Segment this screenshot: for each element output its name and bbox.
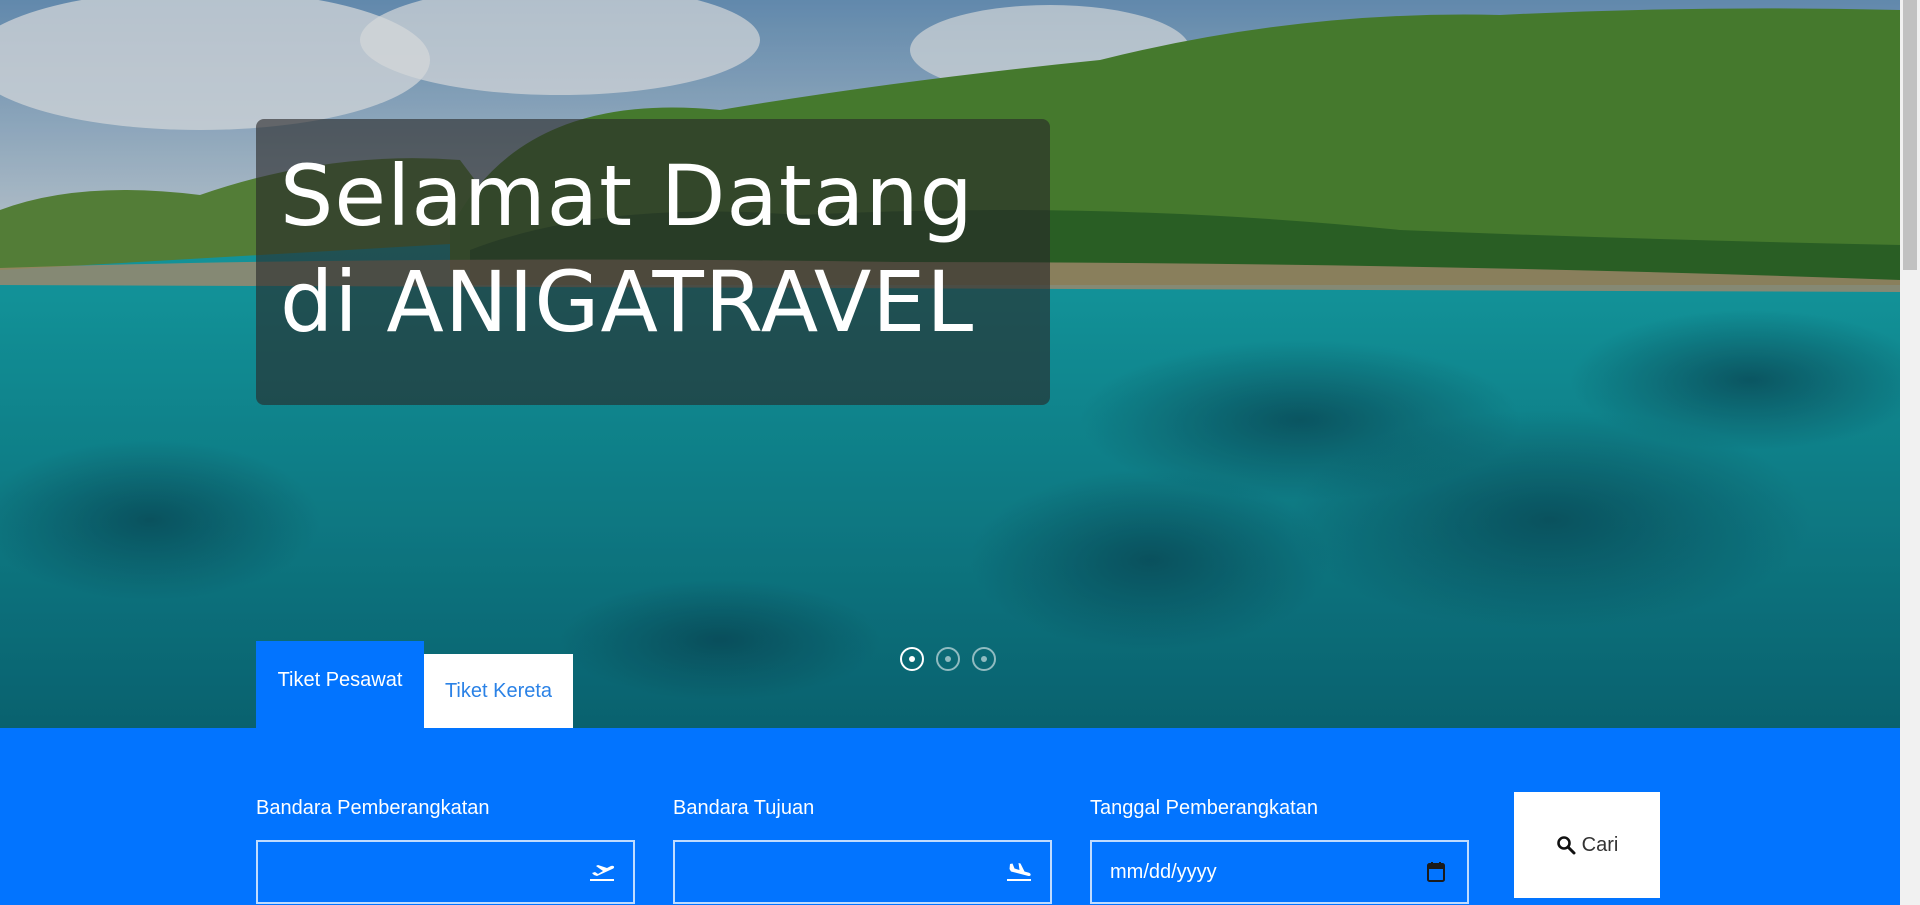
welcome-title-line2: di ANIGATRAVEL <box>280 253 975 351</box>
hero-banner: Selamat Datang di ANIGATRAVEL Tiket Pesa… <box>0 0 1900 728</box>
date-field[interactable] <box>1090 840 1469 904</box>
plane-arrival-icon <box>1006 861 1032 883</box>
search-button-label: Cari <box>1581 833 1619 856</box>
calendar-icon[interactable] <box>1423 861 1449 883</box>
tab-tiket-kereta[interactable]: Tiket Kereta <box>424 654 573 728</box>
welcome-title-line1: Selamat Datang <box>280 147 974 245</box>
tab-tiket-pesawat[interactable]: Tiket Pesawat <box>256 641 424 728</box>
plane-departure-icon <box>589 861 615 883</box>
carousel-indicators <box>900 647 996 671</box>
departure-input[interactable] <box>276 860 556 884</box>
departure-field[interactable] <box>256 840 635 904</box>
arrival-field[interactable] <box>673 840 1052 904</box>
arrival-input[interactable] <box>693 860 973 884</box>
departure-field-group: Bandara Pemberangkatan <box>256 796 635 904</box>
scrollbar-thumb[interactable] <box>1903 0 1917 270</box>
search-icon <box>1556 836 1576 855</box>
date-input[interactable] <box>1110 860 1390 884</box>
date-label: Tanggal Pemberangkatan <box>1090 797 1318 819</box>
flight-search-form: Bandara Pemberangkatan Bandara Tujuan Ta… <box>0 728 1900 905</box>
arrival-field-group: Bandara Tujuan <box>673 796 1052 904</box>
welcome-title: Selamat Datang di ANIGATRAVEL <box>280 143 1026 355</box>
date-field-group: Tanggal Pemberangkatan <box>1090 796 1469 904</box>
carousel-dot-3[interactable] <box>972 647 996 671</box>
ticket-type-tabs: Tiket Pesawat Tiket Kereta <box>256 641 573 728</box>
arrival-label: Bandara Tujuan <box>673 797 815 819</box>
welcome-overlay: Selamat Datang di ANIGATRAVEL <box>256 119 1050 405</box>
search-button[interactable]: Cari <box>1514 792 1660 898</box>
carousel-dot-1[interactable] <box>900 647 924 671</box>
departure-label: Bandara Pemberangkatan <box>256 797 490 819</box>
carousel-dot-2[interactable] <box>936 647 960 671</box>
page-scrollbar[interactable] <box>1900 0 1920 905</box>
